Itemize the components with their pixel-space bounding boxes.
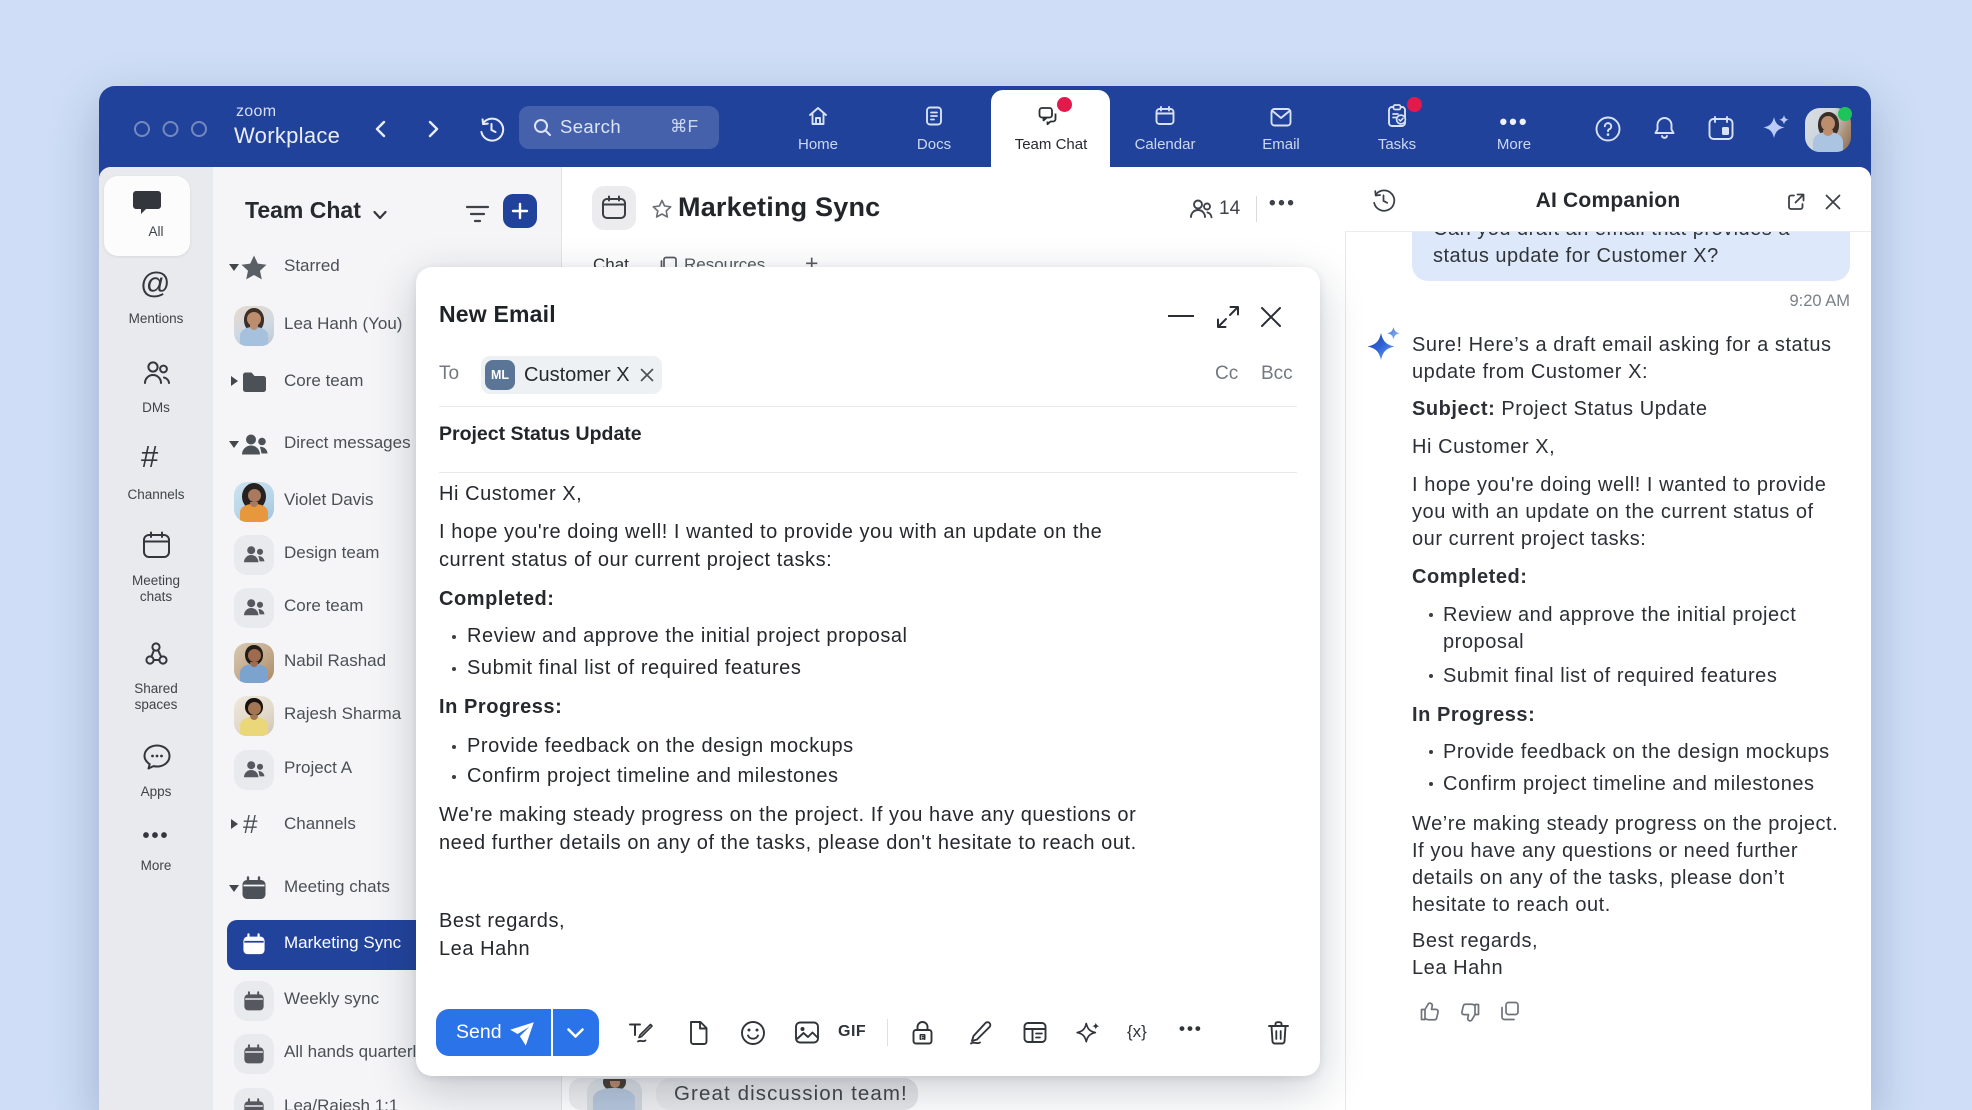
svg-text:E: E: [921, 1035, 925, 1041]
